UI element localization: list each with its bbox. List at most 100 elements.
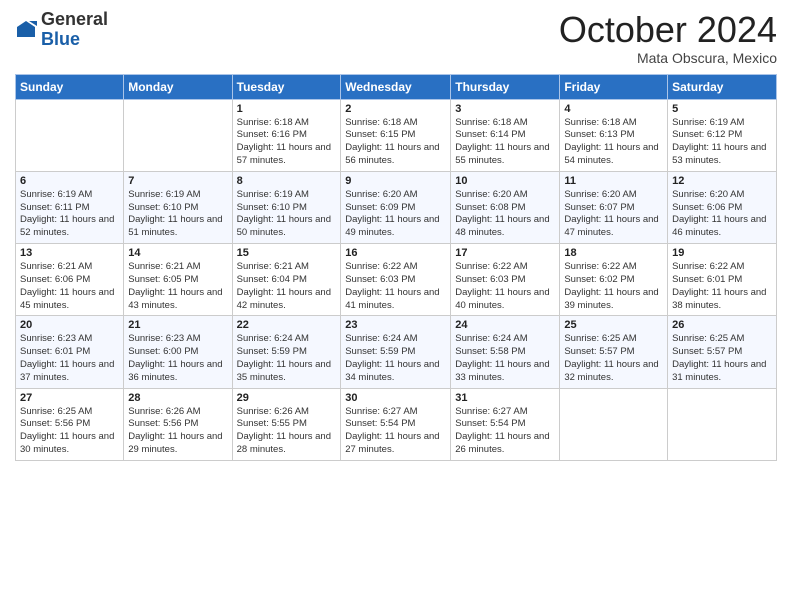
day-number: 30 (345, 392, 446, 404)
day-info: Sunrise: 6:18 AM Sunset: 6:15 PM Dayligh… (345, 117, 446, 168)
day-number: 31 (455, 392, 555, 404)
calendar-week-5: 27 Sunrise: 6:25 AM Sunset: 5:56 PM Dayli… (16, 388, 777, 460)
weekday-header-sunday: Sunday (16, 74, 124, 99)
day-info: Sunrise: 6:18 AM Sunset: 6:14 PM Dayligh… (455, 117, 555, 168)
day-number: 10 (455, 175, 555, 187)
day-info: Sunrise: 6:22 AM Sunset: 6:01 PM Dayligh… (672, 261, 772, 312)
day-number: 7 (128, 175, 227, 187)
weekday-header-thursday: Thursday (451, 74, 560, 99)
day-number: 18 (564, 247, 663, 259)
day-info: Sunrise: 6:27 AM Sunset: 5:54 PM Dayligh… (345, 406, 446, 457)
calendar-week-2: 6 Sunrise: 6:19 AM Sunset: 6:11 PM Daylig… (16, 171, 777, 243)
location-subtitle: Mata Obscura, Mexico (559, 50, 777, 66)
calendar-cell: 8 Sunrise: 6:19 AM Sunset: 6:10 PM Daylig… (232, 171, 341, 243)
calendar-week-4: 20 Sunrise: 6:23 AM Sunset: 6:01 PM Dayli… (16, 316, 777, 388)
calendar-cell: 17 Sunrise: 6:22 AM Sunset: 6:03 PM Dayli… (451, 244, 560, 316)
calendar-cell: 19 Sunrise: 6:22 AM Sunset: 6:01 PM Dayli… (668, 244, 777, 316)
calendar-cell: 20 Sunrise: 6:23 AM Sunset: 6:01 PM Dayli… (16, 316, 124, 388)
calendar-table: SundayMondayTuesdayWednesdayThursdayFrid… (15, 74, 777, 461)
day-info: Sunrise: 6:20 AM Sunset: 6:07 PM Dayligh… (564, 189, 663, 240)
day-number: 2 (345, 103, 446, 115)
calendar-cell: 29 Sunrise: 6:26 AM Sunset: 5:55 PM Dayli… (232, 388, 341, 460)
day-number: 29 (237, 392, 337, 404)
day-info: Sunrise: 6:19 AM Sunset: 6:11 PM Dayligh… (20, 189, 119, 240)
day-number: 12 (672, 175, 772, 187)
day-number: 8 (237, 175, 337, 187)
day-number: 24 (455, 319, 555, 331)
day-number: 27 (20, 392, 119, 404)
calendar-cell: 21 Sunrise: 6:23 AM Sunset: 6:00 PM Dayli… (124, 316, 232, 388)
calendar-header-row: SundayMondayTuesdayWednesdayThursdayFrid… (16, 74, 777, 99)
calendar-cell: 25Sunrise: 6:25 AM Sunset: 5:57 PM Dayli… (560, 316, 668, 388)
calendar-cell: 26 Sunrise: 6:25 AM Sunset: 5:57 PM Dayli… (668, 316, 777, 388)
weekday-header-wednesday: Wednesday (341, 74, 451, 99)
day-number: 20 (20, 319, 119, 331)
calendar-cell (560, 388, 668, 460)
day-number: 16 (345, 247, 446, 259)
calendar-cell: 22 Sunrise: 6:24 AM Sunset: 5:59 PM Dayli… (232, 316, 341, 388)
calendar-cell: 28 Sunrise: 6:26 AM Sunset: 5:56 PM Dayli… (124, 388, 232, 460)
calendar-cell: 14Sunrise: 6:21 AM Sunset: 6:05 PM Dayli… (124, 244, 232, 316)
weekday-header-saturday: Saturday (668, 74, 777, 99)
calendar-cell: 2 Sunrise: 6:18 AM Sunset: 6:15 PM Daylig… (341, 99, 451, 171)
day-info: Sunrise: 6:22 AM Sunset: 6:02 PM Dayligh… (564, 261, 663, 312)
day-info: Sunrise: 6:22 AM Sunset: 6:03 PM Dayligh… (345, 261, 446, 312)
day-info: Sunrise: 6:20 AM Sunset: 6:08 PM Dayligh… (455, 189, 555, 240)
month-title: October 2024 (559, 10, 777, 50)
day-number: 17 (455, 247, 555, 259)
calendar-cell: 18 Sunrise: 6:22 AM Sunset: 6:02 PM Dayli… (560, 244, 668, 316)
logo-text: General Blue (41, 10, 108, 50)
day-number: 21 (128, 319, 227, 331)
calendar-week-3: 13Sunrise: 6:21 AM Sunset: 6:06 PM Dayli… (16, 244, 777, 316)
day-info: Sunrise: 6:23 AM Sunset: 6:01 PM Dayligh… (20, 333, 119, 384)
day-info: Sunrise: 6:20 AM Sunset: 6:06 PM Dayligh… (672, 189, 772, 240)
day-number: 11 (564, 175, 663, 187)
calendar-cell: 5Sunrise: 6:19 AM Sunset: 6:12 PM Daylig… (668, 99, 777, 171)
day-info: Sunrise: 6:22 AM Sunset: 6:03 PM Dayligh… (455, 261, 555, 312)
day-number: 26 (672, 319, 772, 331)
day-info: Sunrise: 6:18 AM Sunset: 6:16 PM Dayligh… (237, 117, 337, 168)
day-info: Sunrise: 6:24 AM Sunset: 5:59 PM Dayligh… (237, 333, 337, 384)
title-block: October 2024 Mata Obscura, Mexico (559, 10, 777, 66)
calendar-cell: 12 Sunrise: 6:20 AM Sunset: 6:06 PM Dayli… (668, 171, 777, 243)
calendar-cell (668, 388, 777, 460)
day-number: 3 (455, 103, 555, 115)
day-number: 14 (128, 247, 227, 259)
weekday-header-tuesday: Tuesday (232, 74, 341, 99)
day-info: Sunrise: 6:24 AM Sunset: 5:59 PM Dayligh… (345, 333, 446, 384)
day-info: Sunrise: 6:20 AM Sunset: 6:09 PM Dayligh… (345, 189, 446, 240)
calendar-cell: 6 Sunrise: 6:19 AM Sunset: 6:11 PM Daylig… (16, 171, 124, 243)
day-info: Sunrise: 6:19 AM Sunset: 6:10 PM Dayligh… (237, 189, 337, 240)
day-info: Sunrise: 6:25 AM Sunset: 5:57 PM Dayligh… (672, 333, 772, 384)
calendar-cell: 16 Sunrise: 6:22 AM Sunset: 6:03 PM Dayli… (341, 244, 451, 316)
calendar-cell: 10 Sunrise: 6:20 AM Sunset: 6:08 PM Dayli… (451, 171, 560, 243)
calendar-cell: 15Sunrise: 6:21 AM Sunset: 6:04 PM Dayli… (232, 244, 341, 316)
header: General Blue October 2024 Mata Obscura, … (15, 10, 777, 66)
day-info: Sunrise: 6:19 AM Sunset: 6:12 PM Dayligh… (672, 117, 772, 168)
logo: General Blue (15, 10, 108, 50)
calendar-cell: 9 Sunrise: 6:20 AM Sunset: 6:09 PM Daylig… (341, 171, 451, 243)
day-number: 15 (237, 247, 337, 259)
day-number: 1 (237, 103, 337, 115)
calendar-cell: 11 Sunrise: 6:20 AM Sunset: 6:07 PM Dayli… (560, 171, 668, 243)
day-number: 6 (20, 175, 119, 187)
day-number: 9 (345, 175, 446, 187)
day-info: Sunrise: 6:23 AM Sunset: 6:00 PM Dayligh… (128, 333, 227, 384)
day-info: Sunrise: 6:26 AM Sunset: 5:55 PM Dayligh… (237, 406, 337, 457)
day-number: 22 (237, 319, 337, 331)
calendar-cell: 31 Sunrise: 6:27 AM Sunset: 5:54 PM Dayli… (451, 388, 560, 460)
day-number: 19 (672, 247, 772, 259)
calendar-cell: 27 Sunrise: 6:25 AM Sunset: 5:56 PM Dayli… (16, 388, 124, 460)
day-info: Sunrise: 6:19 AM Sunset: 6:10 PM Dayligh… (128, 189, 227, 240)
day-number: 23 (345, 319, 446, 331)
calendar-cell: 24Sunrise: 6:24 AM Sunset: 5:58 PM Dayli… (451, 316, 560, 388)
calendar-cell: 30 Sunrise: 6:27 AM Sunset: 5:54 PM Dayli… (341, 388, 451, 460)
day-number: 28 (128, 392, 227, 404)
calendar-cell (16, 99, 124, 171)
day-info: Sunrise: 6:27 AM Sunset: 5:54 PM Dayligh… (455, 406, 555, 457)
day-info: Sunrise: 6:25 AM Sunset: 5:57 PM Dayligh… (564, 333, 663, 384)
day-number: 4 (564, 103, 663, 115)
day-info: Sunrise: 6:26 AM Sunset: 5:56 PM Dayligh… (128, 406, 227, 457)
day-info: Sunrise: 6:25 AM Sunset: 5:56 PM Dayligh… (20, 406, 119, 457)
day-info: Sunrise: 6:21 AM Sunset: 6:06 PM Dayligh… (20, 261, 119, 312)
